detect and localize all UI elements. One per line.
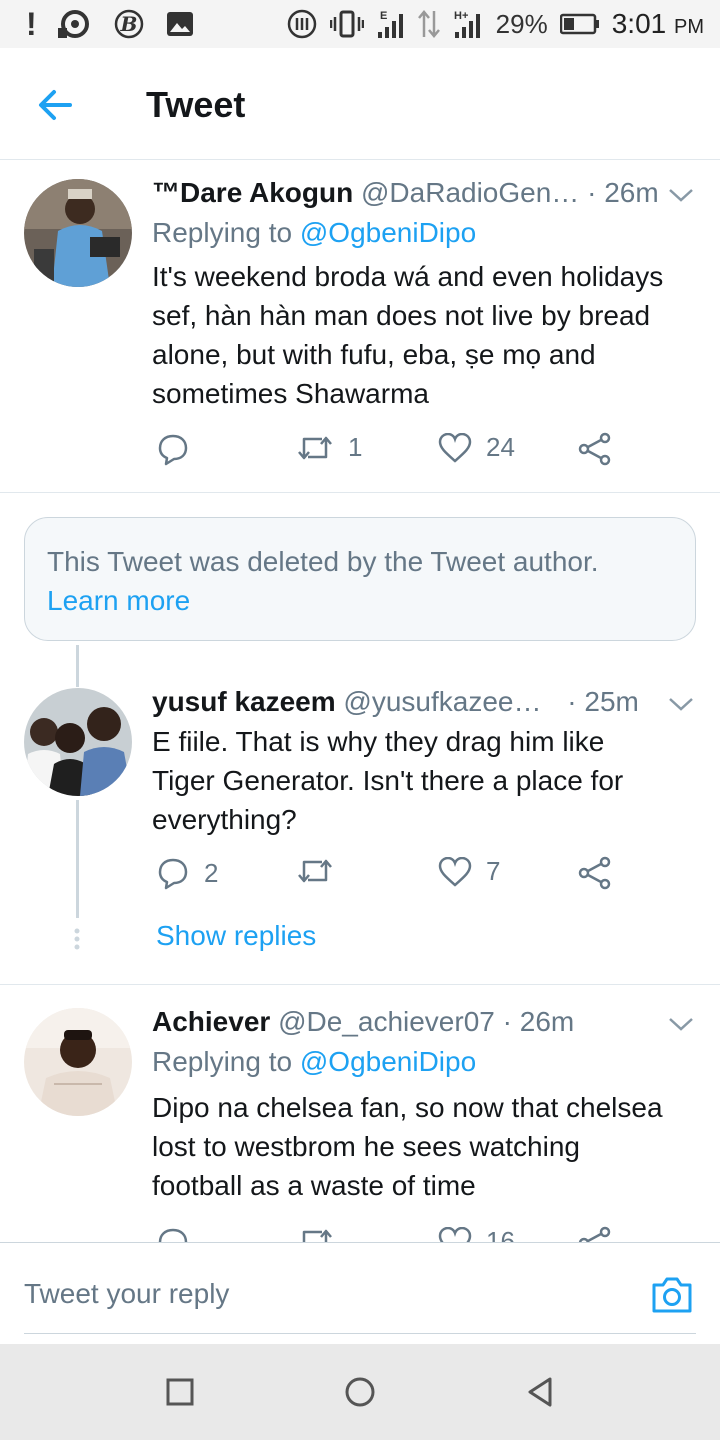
avatar-photo [24,179,132,287]
avatar-photo [24,688,132,796]
reply-handle-link[interactable]: @OgbeniDipo [300,1046,476,1077]
retweet-icon [302,1229,332,1242]
tweet-actions: 1 24 [152,432,622,472]
page-title: Tweet [146,84,246,125]
tweet-text: Dipo na chelsea fan, so now that chelsea… [152,1092,663,1201]
retweet-icon [298,436,332,459]
system-nav-bar [0,1344,720,1440]
user-name[interactable]: Achiever [152,1006,270,1037]
share-button[interactable] [578,1226,612,1242]
reply-button[interactable] [156,1226,190,1242]
learn-more-link[interactable]: Learn more [47,581,673,620]
tweet-text: It's weekend broda wá and even holidays … [152,261,664,409]
share-button[interactable] [578,856,612,890]
hotspot-icon [58,10,89,38]
status-bar: ! B E H+ 29% 3:01 PM [0,0,720,48]
retweet-button[interactable]: 1 [296,432,362,463]
svg-text:E: E [380,10,387,22]
like-button[interactable]: 16 [438,1226,515,1242]
clock: 3:01 PM [611,8,704,39]
image-icon [167,12,193,36]
reply-icon [158,434,188,466]
tweet-actions: 2 7 [152,856,622,896]
tweet-card[interactable]: ™Dare Akogun @DaRadioGen… · 26m Replying… [0,161,720,491]
chevron-down-icon[interactable] [666,694,696,714]
reply-input[interactable]: Tweet your reply [24,1278,229,1310]
avatar[interactable] [24,179,132,287]
svg-text:B: B [120,12,138,36]
chevron-down-icon[interactable] [666,185,696,205]
battery-icon [559,13,599,35]
retweet-icon [298,859,332,883]
deleted-notice-text: This Tweet was deleted by the Tweet auth… [47,546,599,577]
signal-h-plus-icon: H+ [454,10,480,38]
replying-to: Replying to @OgbeniDipo [152,217,477,248]
share-icon [578,856,611,890]
like-button[interactable]: 7 [438,856,500,887]
reply-icon [158,1228,188,1242]
tweet-header: yusuf kazeem @yusufkazee… · 25m [152,686,664,718]
battery-percent: 29% [495,8,548,39]
deleted-tweet-notice: This Tweet was deleted by the Tweet auth… [24,517,696,641]
like-count: 24 [486,432,515,462]
tweet-time: · 25m [567,686,639,717]
tweet-time: · 26m [587,177,659,208]
replying-to: Replying to @OgbeniDipo [152,1046,477,1077]
tweet-card[interactable]: Achiever @De_achiever07 · 26m Replying t… [0,990,720,1242]
arrow-left-icon[interactable] [30,80,80,130]
share-button[interactable] [578,432,612,466]
user-handle[interactable]: @DaRadioGen… [361,177,579,208]
reply-icon [158,858,188,890]
signal-e-icon: E [377,10,403,38]
share-icon [578,1226,611,1242]
reply-handle-link[interactable]: @OgbeniDipo [300,217,476,248]
divider [0,984,720,985]
user-handle[interactable]: @yusufkazee… [343,686,541,717]
svg-text:H+: H+ [454,10,468,22]
back-triangle-icon[interactable] [524,1376,556,1408]
more-dots-icon [74,928,80,950]
input-underline [24,1333,696,1334]
show-replies-link[interactable]: Show replies [156,920,316,952]
tweet-actions: 16 [152,1226,622,1242]
user-handle[interactable]: @De_achiever07 [278,1006,495,1037]
like-count: 7 [486,856,501,886]
like-count: 16 [486,1226,515,1242]
home-circle-icon[interactable] [344,1376,376,1408]
reply-button[interactable]: 2 [156,856,218,890]
chevron-down-icon[interactable] [666,1014,696,1034]
avatar[interactable] [24,1008,132,1116]
retweet-button[interactable] [296,1226,334,1242]
top-app-bar: Tweet [0,48,720,160]
avatar-photo [24,1008,132,1116]
avatar[interactable] [24,688,132,796]
share-icon [578,432,611,466]
reply-button[interactable] [156,432,190,466]
tweet-header: ™Dare Akogun @DaRadioGen… · 26m [152,177,664,209]
reply-count: 2 [204,857,219,888]
alert-icon: ! [26,5,37,42]
vibrate-icon [329,10,364,38]
user-name[interactable]: ™Dare Akogun [152,177,353,208]
tweet-card[interactable]: yusuf kazeem @yusufkazee… · 25m E fiile.… [0,670,720,910]
reply-composer: Tweet your reply [0,1242,720,1344]
camera-icon[interactable] [650,1275,694,1315]
tweet-time: · 26m [502,1006,575,1037]
heart-icon [438,432,472,463]
like-button[interactable]: 24 [438,432,515,463]
recents-square-icon[interactable] [164,1376,196,1408]
tweet-header: Achiever @De_achiever07 · 26m [152,1006,664,1038]
heart-icon [438,856,472,887]
volte-icon [287,9,316,39]
data-arrows-icon [417,10,440,38]
heart-icon [438,1226,472,1242]
divider [0,492,720,493]
retweet-button[interactable] [296,856,334,886]
retweet-count: 1 [348,432,363,462]
tweet-text: E fiile. That is why they drag him like … [152,726,624,835]
user-name[interactable]: yusuf kazeem [152,686,336,717]
b-badge-icon: B [114,9,144,39]
